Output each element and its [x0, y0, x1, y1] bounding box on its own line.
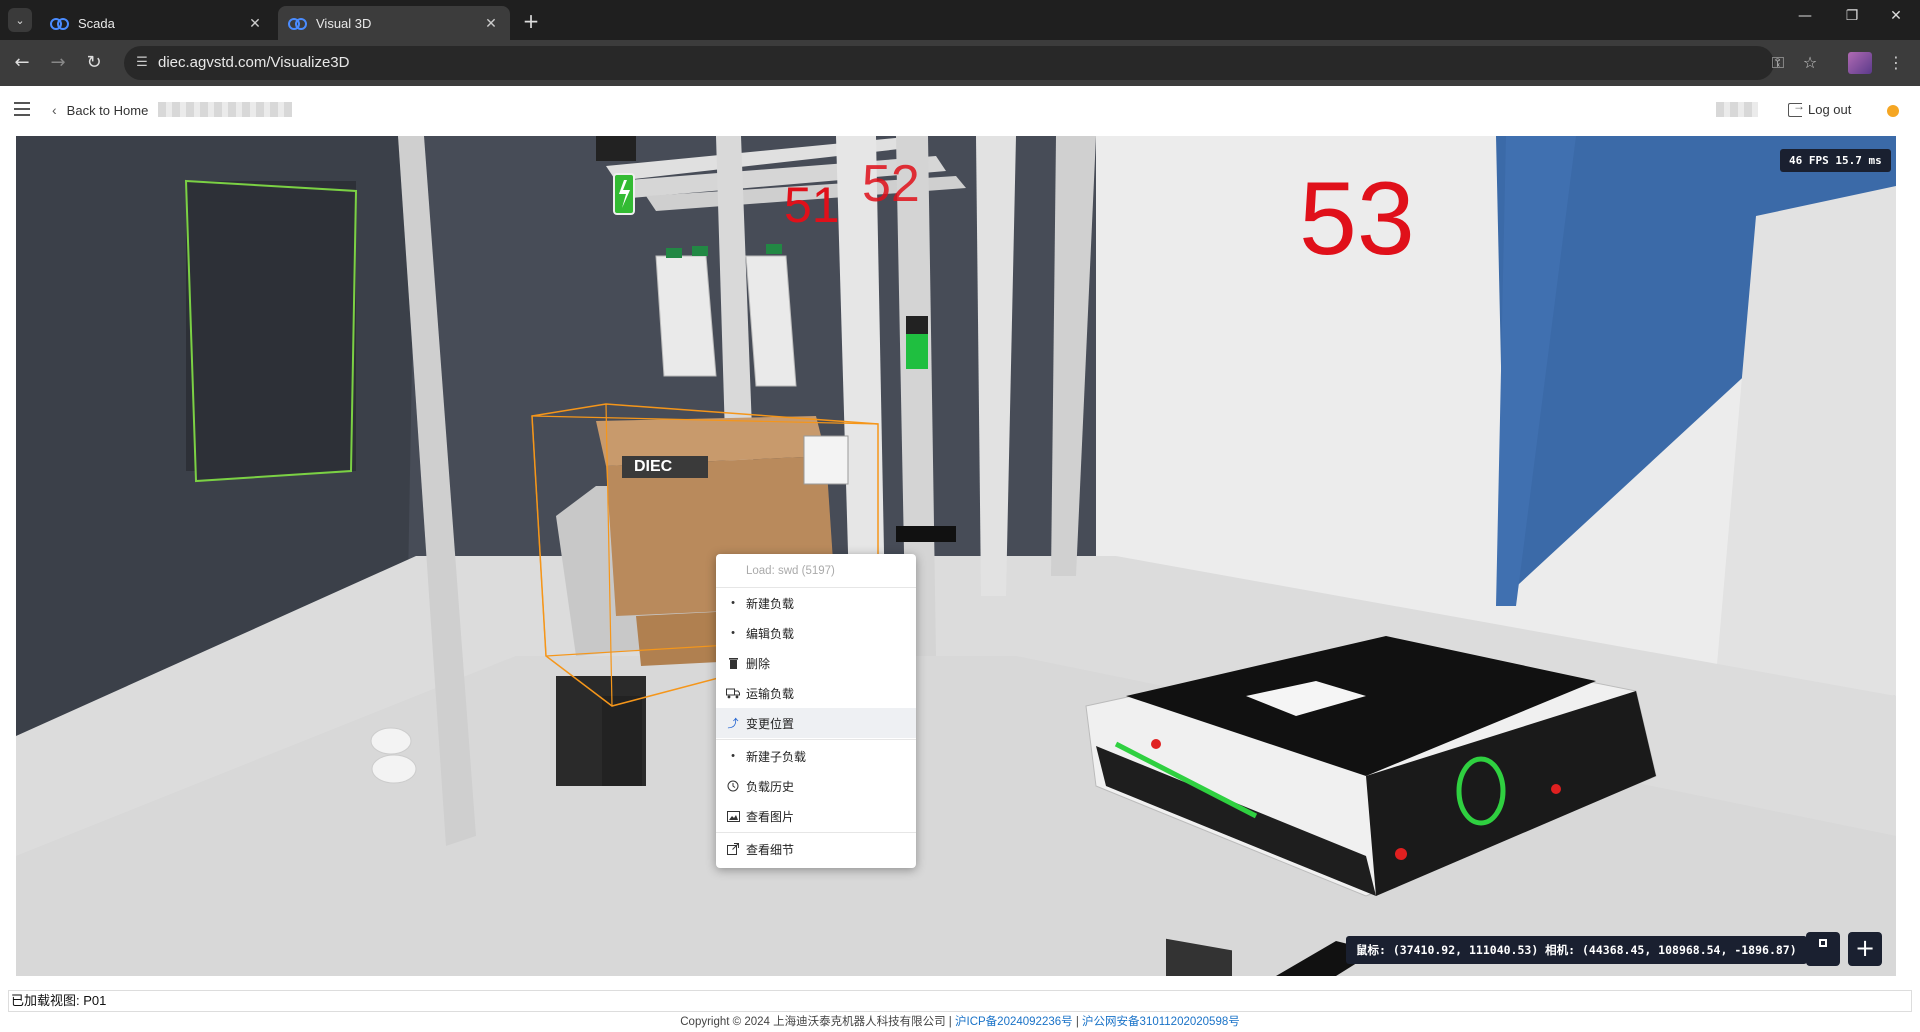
browser-toolbar: ← → ↻ ☰ diec.agvstd.com/Visualize3D ⚿ ☆ … [0, 40, 1920, 86]
copyright-footer: Copyright © 2024 上海迪沃泰克机器人科技有限公司 | 沪ICP备… [0, 1012, 1920, 1032]
menu-divider [716, 832, 916, 833]
redacted-breadcrumb [158, 102, 292, 117]
star-bookmark-icon[interactable]: ☆ [1798, 51, 1822, 75]
location-label-53: 53 [1299, 161, 1415, 277]
menu-item-new-load[interactable]: • 新建负载 [716, 588, 916, 618]
clock-icon [726, 779, 740, 793]
menu-item-view-image[interactable]: 查看图片 [716, 801, 916, 831]
coordinate-readout: 鼠标: (37410.92, 111040.53) 相机: (44368.45,… [1346, 936, 1807, 964]
dot-icon: • [731, 750, 735, 762]
dot-icon: • [731, 597, 735, 609]
menu-item-label: 查看图片 [746, 809, 795, 824]
menu-item-view-details[interactable]: 查看细节 [716, 834, 916, 864]
add-button[interactable]: + [1848, 932, 1882, 966]
key-icon[interactable]: ⚿ [1766, 51, 1790, 75]
load-box-label: DIEC [634, 458, 673, 475]
image-icon [726, 809, 740, 823]
site-info-icon[interactable]: ☰ [132, 53, 152, 73]
chevron-left-icon: ‹ [52, 102, 57, 118]
tab-search-menu-icon[interactable]: ⌄ [8, 8, 32, 32]
infinity-favicon-icon [288, 17, 307, 30]
footer-separator: | [1075, 1016, 1079, 1028]
logout-label: Log out [1808, 102, 1852, 117]
menu-item-label: 删除 [746, 656, 771, 671]
plus-icon: + [1854, 934, 1876, 962]
reload-icon[interactable]: ↻ [82, 51, 106, 75]
police-record-link[interactable]: 沪公网安备31011202020598号 [1082, 1016, 1240, 1028]
location-label-52: 52 [862, 155, 920, 213]
back-label: Back to Home [66, 102, 149, 118]
copyright-text: Copyright © 2024 上海迪沃泰克机器人科技有限公司 | [680, 1016, 952, 1028]
context-menu-header: Load: swd (5197) [716, 554, 916, 588]
trash-icon [726, 656, 740, 670]
menu-item-delete[interactable]: 删除 [716, 648, 916, 678]
menu-item-edit-load[interactable]: • 编辑负载 [716, 618, 916, 648]
close-icon[interactable]: ✕ [482, 15, 500, 32]
tab-visual-3d[interactable]: Visual 3D ✕ [278, 6, 510, 40]
move-icon: ⤴ [727, 718, 739, 730]
browser-tab-bar: ⌄ Scada ✕ Visual 3D ✕ + — ❐ ✕ [0, 0, 1920, 40]
view-toggle-button[interactable] [1806, 932, 1840, 966]
address-bar[interactable]: ☰ diec.agvstd.com/Visualize3D [124, 46, 1774, 80]
load-context-menu: Load: swd (5197) • 新建负载 • 编辑负载 删除 运输负载 ⤴… [716, 554, 916, 868]
3d-viewport[interactable]: 51 52 53 DIEC 46 FPS 15.7 ms 鼠标: (37410.… [16, 136, 1896, 976]
back-to-home-link[interactable]: ‹ Back to Home [52, 102, 148, 118]
tab-title: Scada [78, 15, 115, 31]
infinity-favicon-icon [50, 17, 69, 30]
tab-scada[interactable]: Scada ✕ [40, 6, 274, 40]
tab-title: Visual 3D [316, 15, 372, 31]
loaded-view-status: 已加载视图: P01 [8, 990, 1912, 1012]
menu-item-label: 新建负载 [746, 596, 795, 611]
menu-item-transport-load[interactable]: 运输负载 [716, 678, 916, 708]
new-tab-icon[interactable]: + [520, 9, 542, 33]
external-link-icon [726, 842, 740, 856]
menu-item-label: 负载历史 [746, 779, 795, 794]
square-icon [1819, 939, 1827, 947]
icp-link[interactable]: 沪ICP备2024092236号 [955, 1016, 1073, 1028]
menu-item-label: 查看细节 [746, 842, 795, 857]
logout-icon [1788, 99, 1805, 117]
window-close-icon[interactable]: ✕ [1884, 8, 1908, 24]
url-text[interactable]: diec.agvstd.com/Visualize3D [158, 54, 349, 71]
restore-icon[interactable]: ❐ [1840, 8, 1864, 24]
forward-arrow-icon[interactable]: → [46, 51, 70, 75]
kebab-menu-icon[interactable]: ⋮ [1884, 51, 1908, 75]
menu-divider [716, 739, 916, 740]
logout-button[interactable]: Log out [1788, 99, 1852, 117]
dot-icon: • [731, 627, 735, 639]
profile-avatar[interactable] [1848, 52, 1872, 74]
hamburger-menu-icon[interactable] [14, 102, 30, 116]
3d-scene [16, 136, 1896, 976]
fps-counter: 46 FPS 15.7 ms [1780, 149, 1891, 172]
menu-item-change-location[interactable]: ⤴ 变更位置 [716, 708, 916, 738]
truck-icon [726, 686, 740, 700]
location-label-51: 51 [784, 177, 840, 233]
menu-item-label: 变更位置 [746, 716, 795, 731]
menu-item-label: 运输负载 [746, 686, 795, 701]
menu-item-label: 编辑负载 [746, 626, 795, 641]
close-icon[interactable]: ✕ [246, 15, 264, 32]
redacted-username [1716, 102, 1758, 117]
app-header: ‹ Back to Home Log out [0, 86, 1920, 136]
menu-item-new-subload[interactable]: • 新建子负载 [716, 741, 916, 771]
menu-item-load-history[interactable]: 负载历史 [716, 771, 916, 801]
status-indicator [1887, 105, 1899, 117]
minimize-icon[interactable]: — [1793, 8, 1817, 24]
menu-item-label: 新建子负载 [746, 749, 807, 764]
back-arrow-icon[interactable]: ← [10, 51, 34, 75]
